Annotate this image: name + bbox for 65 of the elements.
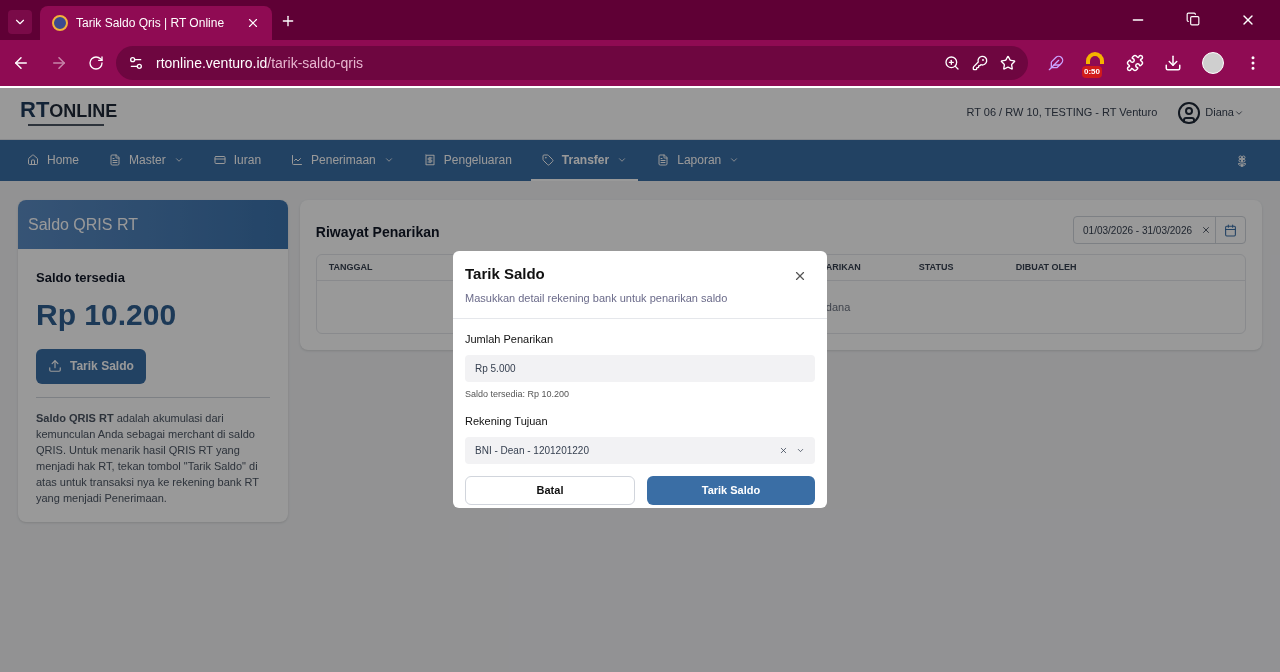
file-icon bbox=[657, 153, 670, 166]
star-icon bbox=[1000, 55, 1016, 71]
nav-item[interactable]: Home bbox=[16, 140, 90, 181]
new-tab-icon[interactable] bbox=[280, 13, 296, 29]
description-text: Saldo QRIS RT adalah akumulasi dari kemunculan Anda sebagai merchant di saldo QRIS. Untuk menarik hasil QRIS RT yang menjadi hak RT, tekan tombol "Tarik Saldo" di atas untuk transaksi nya ke rekening bank RT yang menjadi Penerimaan. bbox=[36, 410, 260, 506]
saldo-label: Saldo tersedia bbox=[36, 269, 126, 287]
receipt-icon bbox=[423, 153, 436, 166]
calendar-icon bbox=[1224, 223, 1237, 237]
settings-icon[interactable] bbox=[1236, 154, 1248, 167]
restore-icon[interactable] bbox=[1186, 12, 1200, 26]
logo[interactable]: RTONLINE bbox=[20, 99, 118, 126]
nav-item[interactable]: Laporan bbox=[646, 140, 751, 181]
card-icon bbox=[213, 153, 226, 166]
column-header: STATUS bbox=[918, 260, 954, 274]
zoom-icon bbox=[944, 55, 960, 71]
account-select[interactable]: BNI - Dean - 1201201220 bbox=[465, 436, 815, 464]
url-path: /tarik-saldo-qris bbox=[267, 54, 363, 71]
feather-icon[interactable] bbox=[1048, 55, 1064, 71]
history-title: Riwayat Penarikan bbox=[315, 222, 440, 242]
dialog-title: Tarik Saldo bbox=[465, 264, 545, 284]
amount-field[interactable]: Rp 5.000 bbox=[465, 354, 815, 382]
browser-tab[interactable]: Tarik Saldo Qris | RT Online bbox=[40, 6, 272, 40]
extensions-icon[interactable] bbox=[1126, 54, 1144, 72]
nav-item[interactable]: Master bbox=[98, 140, 195, 181]
timer-badge: 0:50 bbox=[1082, 66, 1102, 78]
cancel-button[interactable]: Batal bbox=[465, 475, 635, 505]
close-icon[interactable] bbox=[793, 269, 807, 283]
upload-icon bbox=[48, 359, 62, 373]
submit-button[interactable]: Tarik Saldo bbox=[647, 475, 815, 505]
file-icon bbox=[109, 153, 121, 166]
nav-item[interactable]: Pengeluaran bbox=[412, 140, 523, 181]
dialog-subtitle: Masukkan detail rekening bank untuk penarikan saldo bbox=[465, 290, 729, 306]
card-title: Saldo QRIS RT bbox=[28, 214, 138, 235]
user-menu[interactable]: Diana bbox=[1205, 104, 1234, 121]
key-icon bbox=[972, 55, 988, 71]
logo-online: ONLINE bbox=[49, 102, 118, 120]
url-host: rtonline.venturo.id bbox=[156, 54, 268, 71]
download-icon[interactable] bbox=[1164, 54, 1182, 72]
reload-icon[interactable] bbox=[88, 55, 104, 71]
back-icon[interactable] bbox=[12, 54, 30, 72]
clear-icon bbox=[779, 445, 788, 455]
nav-item[interactable]: Transfer bbox=[530, 140, 639, 181]
saldo-amount: Rp 10.200 bbox=[36, 296, 178, 333]
tab-search-button[interactable] bbox=[8, 10, 32, 34]
nav-item[interactable]: Iuran bbox=[202, 140, 273, 181]
user-avatar-icon[interactable] bbox=[1177, 100, 1202, 125]
column-header: DIBUAT OLEH bbox=[1015, 260, 1077, 274]
nav-item[interactable]: Penerimaan bbox=[280, 140, 405, 181]
amount-hint: Saldo tersedia: Rp 10.200 bbox=[465, 387, 571, 401]
amount-label: Jumlah Penarikan bbox=[465, 332, 555, 347]
date-range-field[interactable]: 01/03/2026 - 31/03/2026 bbox=[1073, 216, 1246, 244]
chart-icon bbox=[291, 153, 304, 166]
logo-rt: RT bbox=[20, 99, 50, 121]
clear-icon bbox=[1201, 225, 1211, 235]
column-header: ARIKAN bbox=[825, 260, 861, 274]
withdraw-button[interactable]: Tarik Saldo bbox=[36, 348, 146, 384]
column-header: TANGGAL bbox=[328, 260, 373, 274]
site-settings-icon bbox=[128, 55, 144, 71]
close-icon bbox=[246, 16, 260, 30]
account-label: Rekening Tujuan bbox=[465, 414, 549, 429]
address-bar[interactable]: rtonline.venturo.id/tarik-saldo-qris bbox=[116, 46, 1028, 80]
organization-label: RT 06 / RW 10, TESTING - RT Venturo bbox=[966, 105, 1158, 121]
tag-icon bbox=[541, 153, 554, 166]
profile-avatar[interactable] bbox=[1202, 52, 1224, 74]
home-icon bbox=[27, 153, 39, 166]
